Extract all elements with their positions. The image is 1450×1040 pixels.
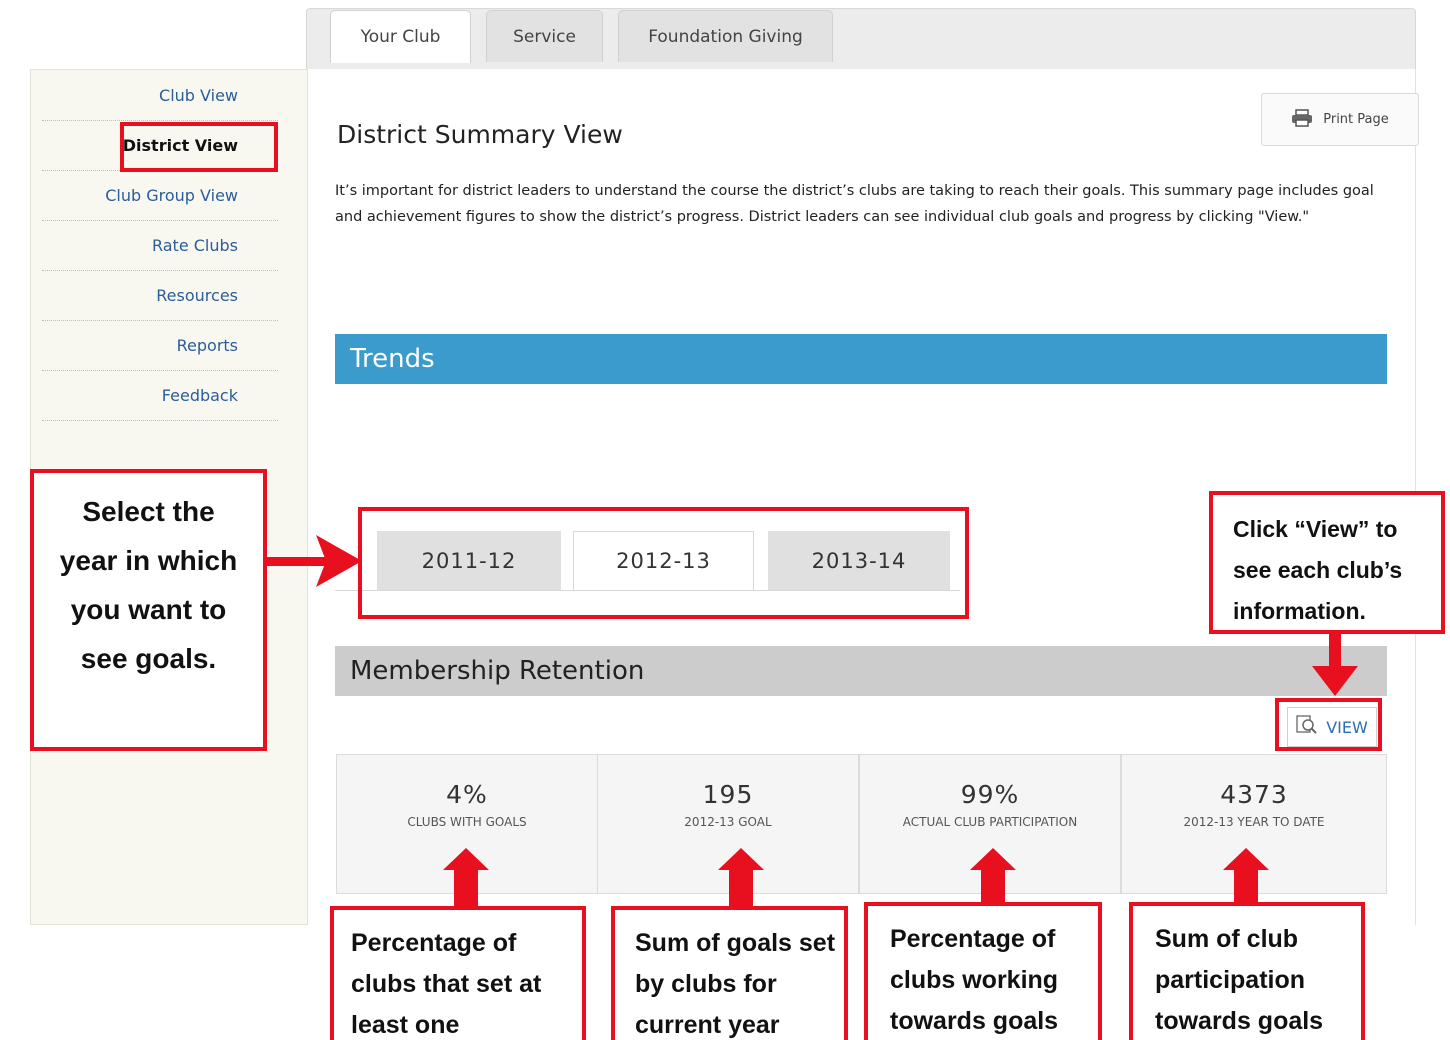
sidebar-item-reports[interactable]: Reports	[42, 321, 278, 371]
tab-foundation-giving[interactable]: Foundation Giving	[618, 10, 833, 62]
sidebar-item-club-group-view[interactable]: Club Group View	[42, 171, 278, 221]
membership-retention-header: Membership Retention	[335, 646, 1387, 696]
intro-text: It’s important for district leaders to u…	[335, 183, 1374, 225]
sidebar-item-resources[interactable]: Resources	[42, 271, 278, 321]
callout-percentage-clubs: Percentage of clubs that set at least on…	[330, 906, 586, 1040]
sidebar-item-club-view[interactable]: Club View	[42, 71, 278, 121]
arrow-up-icon	[970, 848, 1016, 910]
printer-icon	[1291, 108, 1313, 131]
callout-sum-participation: Sum of club participation towards goals	[1129, 902, 1365, 1040]
year-tabs-highlight	[358, 507, 969, 619]
print-page-label: Print Page	[1323, 112, 1389, 127]
page-title: District Summary View	[337, 120, 623, 149]
stat-value: 4373	[1220, 780, 1288, 809]
view-button-highlight	[1275, 698, 1382, 751]
arrow-right-icon	[264, 535, 362, 587]
district-view-highlight	[120, 122, 278, 172]
callout-sum-goals: Sum of goals set by clubs for current ye…	[611, 906, 848, 1040]
stat-value: 4%	[446, 780, 488, 809]
callout-select-year: Select the year in which you want to see…	[30, 469, 267, 751]
sidebar-item-rate-clubs[interactable]: Rate Clubs	[42, 221, 278, 271]
callout-click-view: Click “View” to see each club’s informat…	[1209, 491, 1445, 634]
print-page-button[interactable]: Print Page	[1261, 93, 1419, 146]
tab-service[interactable]: Service	[486, 10, 603, 62]
sidebar-item-feedback[interactable]: Feedback	[42, 371, 278, 421]
stat-value: 99%	[960, 780, 1020, 809]
arrow-up-icon	[443, 848, 489, 910]
stat-label: CLUBS WITH GOALS	[407, 815, 527, 829]
arrow-up-icon	[718, 848, 764, 910]
callout-percentage-working: Percentage of clubs working towards goal…	[864, 902, 1102, 1040]
arrow-down-icon	[1312, 634, 1358, 696]
arrow-up-icon	[1223, 848, 1269, 910]
stat-value: 195	[702, 780, 754, 809]
tab-your-club[interactable]: Your Club	[330, 10, 471, 63]
top-tab-bar	[306, 8, 1416, 70]
stat-label: 2012-13 GOAL	[684, 815, 772, 829]
stat-label: ACTUAL CLUB PARTICIPATION	[902, 815, 1078, 829]
stat-label: 2012-13 YEAR TO DATE	[1183, 815, 1325, 829]
trends-section-header: Trends	[335, 334, 1387, 384]
